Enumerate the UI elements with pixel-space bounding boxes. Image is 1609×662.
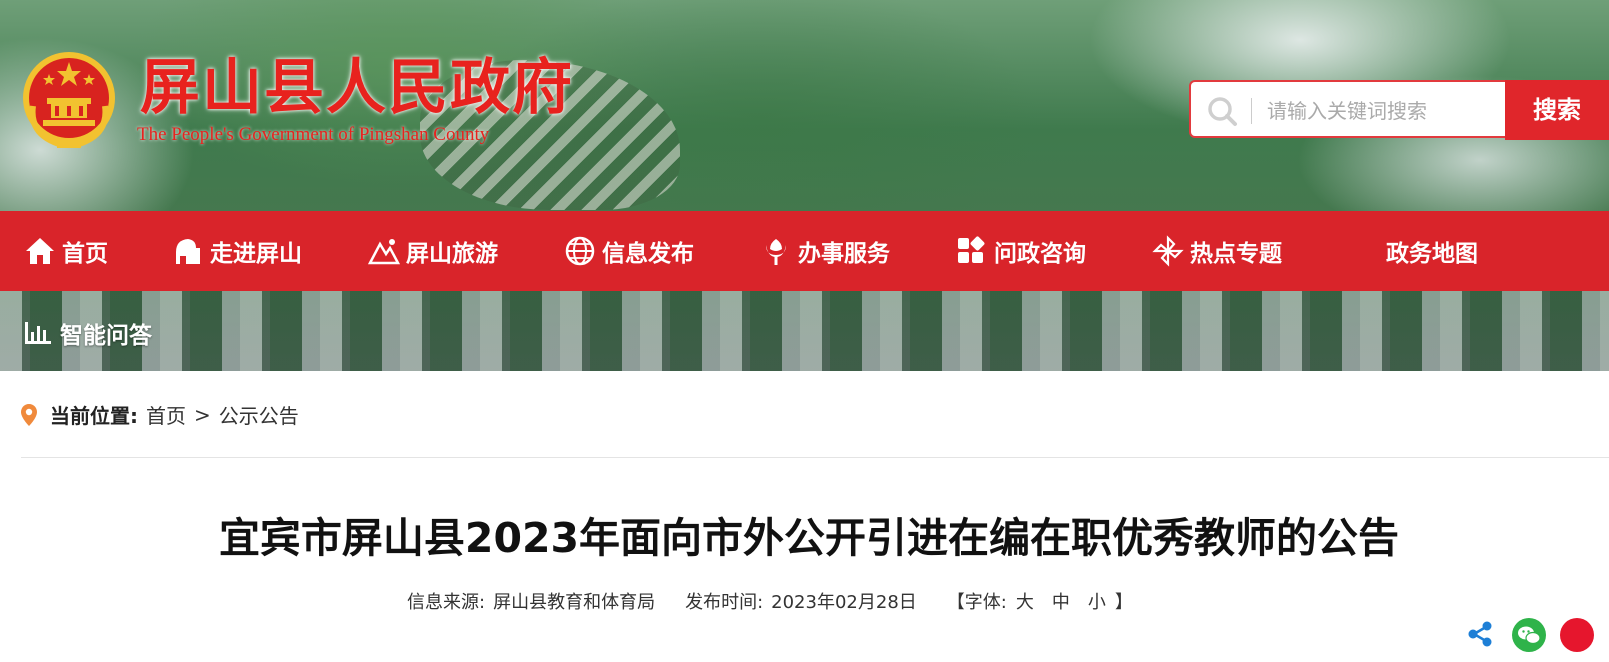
nav-item-services[interactable]: 办事服务 (760, 211, 890, 291)
nav-item-info[interactable]: 信息发布 (564, 211, 694, 291)
nav-item-smart-qa[interactable]: 智能问答 (24, 316, 152, 350)
breadcrumb: 当前位置: 首页 > 公示公告 (20, 400, 299, 429)
article-meta: 信息来源: 屏山县教育和体育局 发布时间: 2023年02月28日 【字体: 大… (407, 588, 1133, 614)
breadcrumb-home-link[interactable]: 首页 (146, 400, 186, 429)
nav-item-home[interactable]: 首页 (24, 211, 108, 291)
nav-item-tourism[interactable]: 屏山旅游 (368, 211, 498, 291)
nav-item-label: 屏山旅游 (406, 241, 498, 267)
search-divider (1251, 98, 1252, 124)
bar-chart-icon (25, 322, 51, 344)
national-emblem-logo[interactable] (19, 46, 119, 152)
nav-item-label: 信息发布 (602, 241, 694, 267)
nav-item-consult[interactable]: 问政咨询 (956, 211, 1086, 291)
nav-item-label: 走进屏山 (210, 241, 302, 267)
font-size-medium-button[interactable]: 中 (1052, 588, 1070, 614)
breadcrumb-current-link[interactable]: 公示公告 (219, 400, 299, 429)
nav-item-label: 政务地图 (1386, 241, 1478, 267)
source-label: 信息来源: (407, 592, 486, 613)
nav-item-about[interactable]: 走进屏山 (172, 211, 302, 291)
font-size-large-button[interactable]: 大 (1016, 588, 1034, 614)
font-size-small-button[interactable]: 小 (1088, 588, 1106, 614)
search-box (1189, 80, 1507, 138)
search-input[interactable] (1265, 94, 1499, 128)
nav-item-label: 问政咨询 (994, 241, 1086, 267)
date-label: 发布时间: (685, 592, 764, 613)
source-value: 屏山县教育和体育局 (493, 592, 656, 613)
wechat-share-icon[interactable] (1512, 618, 1546, 652)
globe-icon (565, 236, 595, 266)
breadcrumb-separator: > (194, 402, 211, 427)
share-icon[interactable] (1466, 620, 1494, 648)
nav-item-label: 首页 (62, 241, 108, 267)
pinwheel-icon (1152, 235, 1184, 267)
site-subtitle: The People's Government of Pingshan Coun… (137, 124, 490, 145)
breadcrumb-divider (21, 457, 1609, 458)
grid-icon (958, 236, 985, 263)
flower-icon (766, 239, 786, 265)
nav-item-label: 热点专题 (1190, 241, 1282, 267)
nav-item-map[interactable]: 政务地图 (1386, 211, 1478, 291)
font-size-open: 【字体: (946, 592, 1007, 613)
location-pin-icon (21, 403, 37, 426)
landmark-icon (176, 239, 200, 264)
font-size-close: 】 (1114, 592, 1133, 613)
article-title: 宜宾市屏山县2023年面向市外公开引进在编在职优秀教师的公告 (218, 514, 1400, 562)
main-nav: 首页 走进屏山 屏山旅游 信息发布 办事服务 问政咨询 热点专题 政务地图 (0, 211, 1609, 291)
home-icon (26, 238, 54, 264)
nav-item-topics[interactable]: 热点专题 (1152, 211, 1282, 291)
date-value: 2023年02月28日 (771, 592, 917, 613)
breadcrumb-label: 当前位置: (50, 404, 138, 428)
nav-item-label: 办事服务 (798, 241, 890, 267)
banner-town-image (0, 291, 1609, 371)
search-button[interactable]: 搜索 (1505, 80, 1609, 140)
weibo-share-icon[interactable] (1560, 618, 1594, 652)
search-icon[interactable] (1205, 94, 1239, 128)
mountain-icon (368, 239, 400, 265)
site-title[interactable]: 屏山县人民政府 (140, 52, 574, 124)
nav-item-label: 智能问答 (60, 323, 152, 349)
